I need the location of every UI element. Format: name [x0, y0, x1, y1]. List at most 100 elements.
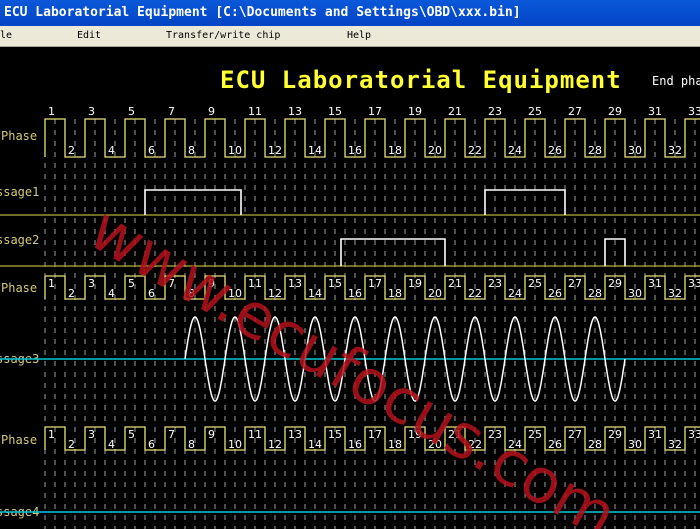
phase-number: 26: [548, 144, 562, 157]
phase-number: 22: [468, 287, 482, 300]
phase-number: 2: [68, 144, 75, 157]
phase-number: 9: [208, 428, 215, 441]
phase-number: 29: [608, 277, 622, 290]
phase-number: 7: [168, 428, 175, 441]
phase-number: 2: [68, 438, 75, 451]
phase-number: 24: [508, 144, 522, 157]
phase-number: 12: [268, 144, 282, 157]
phase-number: 21: [448, 277, 462, 290]
phase-number: 13: [288, 428, 302, 441]
phase-number: 13: [288, 105, 302, 118]
phase-number: 3: [88, 105, 95, 118]
phase-number: 25: [528, 105, 542, 118]
phase-number: 8: [188, 144, 195, 157]
phase-number: 13: [288, 277, 302, 290]
phase-number: 1: [48, 428, 55, 441]
signal-pulse: [144, 189, 242, 215]
phase-number: 19: [408, 105, 422, 118]
phase-number: 14: [308, 287, 322, 300]
phase-number: 28: [588, 438, 602, 451]
phase-number: 14: [308, 144, 322, 157]
phase-number: 5: [128, 428, 135, 441]
phase-number: 29: [608, 428, 622, 441]
menu-file[interactable]: le: [0, 31, 12, 41]
phase-number: 25: [528, 277, 542, 290]
track-label: Phase: [1, 129, 37, 143]
menu-transfer-write-chip[interactable]: Transfer/write chip: [166, 31, 280, 41]
phase-number: 4: [108, 438, 115, 451]
phase-number: 33: [688, 105, 700, 118]
phase-number: 20: [428, 287, 442, 300]
signal-pulse: [340, 238, 446, 266]
phase-number: 29: [608, 105, 622, 118]
phase-number: 12: [268, 438, 282, 451]
phase-number: 30: [628, 144, 642, 157]
phase-number: 17: [368, 428, 382, 441]
phase-number: 30: [628, 438, 642, 451]
waveform-canvas[interactable]: ECU Laboratorial Equipment End pha Phase…: [0, 47, 700, 529]
phase-number: 21: [448, 105, 462, 118]
phase-number: 27: [568, 105, 582, 118]
phase-number: 4: [108, 287, 115, 300]
window-title: ECU Laboratorial Equipment [C:\Documents…: [4, 5, 521, 20]
phase-number: 17: [368, 105, 382, 118]
phase-number: 4: [108, 144, 115, 157]
phase-number: 31: [648, 105, 662, 118]
phase-number: 8: [188, 438, 195, 451]
phase-number: 2: [68, 287, 75, 300]
phase-number: 11: [248, 105, 262, 118]
track-label: Phase: [1, 281, 37, 295]
phase-number: 33: [688, 277, 700, 290]
phase-number: 9: [208, 105, 215, 118]
phase-number: 31: [648, 277, 662, 290]
phase-number: 16: [348, 144, 362, 157]
phase-number: 32: [668, 287, 682, 300]
phase-number: 26: [548, 287, 562, 300]
signal-tracks: Phase12345678910111213141516171819202122…: [0, 105, 700, 529]
scope-heading: ECU Laboratorial Equipment: [220, 66, 622, 94]
phase-number: 27: [568, 428, 582, 441]
phase-number: 32: [668, 144, 682, 157]
phase-number: 3: [88, 277, 95, 290]
phase-number: 15: [328, 428, 342, 441]
phase-number: 24: [508, 287, 522, 300]
phase-number: 10: [228, 144, 242, 157]
track-label: ssage2: [0, 233, 39, 247]
track-label: Phase: [1, 433, 37, 447]
phase-number: 23: [488, 277, 502, 290]
phase-number: 32: [668, 438, 682, 451]
menu-bar: le Edit Transfer/write chip Help: [0, 26, 700, 47]
phase-number: 10: [228, 438, 242, 451]
menu-help[interactable]: Help: [347, 31, 371, 41]
phase-number: 22: [468, 144, 482, 157]
phase-number: 20: [428, 144, 442, 157]
phase-number: 11: [248, 428, 262, 441]
title-bar: ECU Laboratorial Equipment [C:\Documents…: [0, 0, 700, 26]
phase-number: 33: [688, 428, 700, 441]
watermark: www.ecufocus.com: [78, 192, 630, 529]
menu-edit[interactable]: Edit: [77, 31, 101, 41]
phase-number: 3: [88, 428, 95, 441]
track-label: ssage1: [0, 185, 39, 199]
phase-number: 6: [148, 144, 155, 157]
phase-number: 6: [148, 438, 155, 451]
phase-number: 16: [348, 287, 362, 300]
phase-number: 18: [388, 144, 402, 157]
phase-number: 15: [328, 105, 342, 118]
phase-number: 18: [388, 287, 402, 300]
phase-number: 17: [368, 277, 382, 290]
phase-number: 30: [628, 287, 642, 300]
phase-number: 16: [348, 438, 362, 451]
phase-number: 28: [588, 287, 602, 300]
phase-number: 1: [48, 105, 55, 118]
phase-number: 5: [128, 105, 135, 118]
phase-number: 19: [408, 277, 422, 290]
phase-number: 31: [648, 428, 662, 441]
phase-number: 1: [48, 277, 55, 290]
phase-number: 27: [568, 277, 582, 290]
phase-number: 14: [308, 438, 322, 451]
phase-number: 15: [328, 277, 342, 290]
phase-number: 23: [488, 105, 502, 118]
phase-number: 28: [588, 144, 602, 157]
end-phase-label: End pha: [652, 74, 700, 88]
